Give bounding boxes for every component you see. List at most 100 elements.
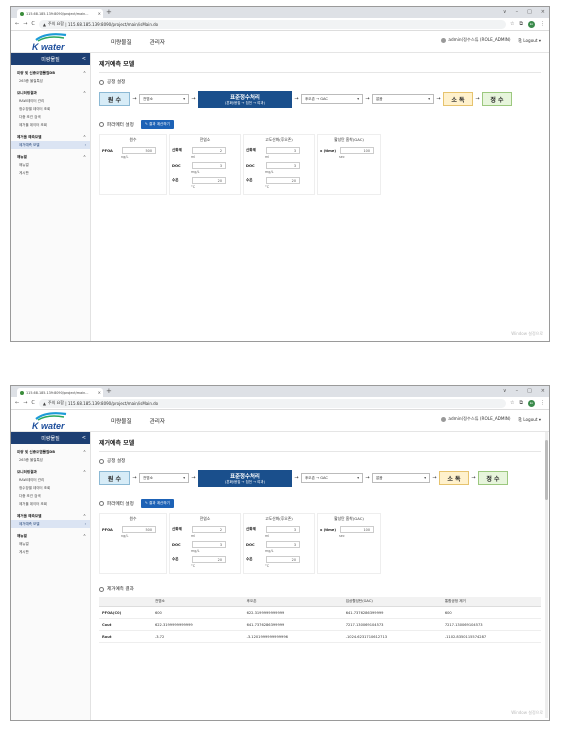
- pre-treatment-select[interactable]: 전염소 ▾: [139, 94, 189, 104]
- kwater-logo[interactable]: K water: [11, 31, 91, 53]
- forward-icon[interactable]: →: [23, 21, 27, 27]
- chlorine-oxidant-input[interactable]: 2: [192, 526, 226, 533]
- chlorine-oxidant-input[interactable]: 2: [192, 147, 226, 154]
- minimize-icon[interactable]: –: [516, 386, 519, 396]
- extra-treatment-select[interactable]: 없음 ▾: [372, 94, 434, 104]
- ozone-temp-input[interactable]: 20: [266, 177, 300, 184]
- forward-icon[interactable]: →: [23, 400, 27, 406]
- new-tab-button[interactable]: +: [106, 387, 112, 395]
- ozone-oxidant-input[interactable]: 3: [266, 526, 300, 533]
- param-row: 수온 20: [246, 556, 312, 563]
- sidebar-item-prediction-model[interactable]: 제거예측 모델 ›: [11, 520, 90, 528]
- url-field[interactable]: ▲ 주의 요함 | 115.68.185.139:8090/project/ma…: [38, 398, 506, 408]
- section-radio: [99, 501, 104, 506]
- bookmark-star-icon[interactable]: ☆: [510, 400, 514, 406]
- extensions-icon[interactable]: ⧉: [519, 400, 523, 406]
- minimize-icon[interactable]: –: [516, 7, 519, 17]
- reload-icon[interactable]: C: [31, 21, 35, 27]
- post-treatment-select[interactable]: 후오존 → GAC ▾: [301, 473, 363, 483]
- ozone-doc-input[interactable]: 3: [266, 541, 300, 548]
- logout-button[interactable]: ⎘ Logout ▾: [519, 38, 541, 43]
- gac-time-input[interactable]: 100: [340, 147, 374, 154]
- sidebar-header: 미량물질 <: [11, 432, 90, 444]
- ozone-oxidant-input[interactable]: 3: [266, 147, 300, 154]
- calculate-button[interactable]: ✎ 결과 계산하기: [140, 120, 174, 129]
- chlorine-doc-input[interactable]: 3: [192, 541, 226, 548]
- pfoa-input[interactable]: 500: [122, 526, 156, 533]
- logout-button[interactable]: ⎘ Logout ▾: [519, 417, 541, 422]
- menu-icon[interactable]: ⋮: [540, 400, 545, 406]
- extra-treatment-select[interactable]: 없음 ▾: [372, 473, 430, 483]
- url-field[interactable]: ▲ 주의 요함 | 115.68.185.139:8090/project/ma…: [38, 19, 506, 29]
- sidebar-group-manual[interactable]: 매뉴얼 ^: [11, 531, 90, 540]
- sidebar-item-raw[interactable]: RAW데이터 관리: [11, 476, 90, 484]
- user-info[interactable]: admin(정수스튜 (ROLE_ADMIN): [441, 416, 511, 422]
- sidebar-group-prediction[interactable]: 제거율 예측모델 ^: [11, 132, 90, 141]
- reload-icon[interactable]: C: [31, 400, 35, 406]
- extensions-icon[interactable]: ⧉: [519, 21, 523, 27]
- process-flow: 원 수 → 전염소 ▾ → 표준정수처리 (혼화/응집 → 침전 → 여과) → 후…: [99, 469, 541, 487]
- close-window-icon[interactable]: ×: [541, 7, 545, 17]
- sidebar-item-removal-data[interactable]: 제거율 데이터 조회: [11, 500, 90, 508]
- nav-micro-substance[interactable]: 미량물질: [111, 417, 132, 425]
- scrollbar-thumb[interactable]: [545, 440, 548, 500]
- sidebar-item-board[interactable]: 게시판: [11, 169, 90, 177]
- pre-treatment-select[interactable]: 전염소 ▾: [139, 473, 189, 483]
- menu-icon[interactable]: ⋮: [540, 21, 545, 27]
- post-treatment-select[interactable]: 후오존 → GAC ▾: [301, 94, 363, 104]
- sidebar-item-multi-search[interactable]: 다중 조건 검색: [11, 492, 90, 500]
- tab-close-icon[interactable]: ×: [98, 390, 101, 395]
- sidebar-item-multi-search[interactable]: 다중 조건 검색: [11, 113, 90, 121]
- close-window-icon[interactable]: ×: [541, 386, 545, 396]
- table-cell: -1102.8350115574287: [441, 630, 541, 643]
- sidebar-group-monitoring[interactable]: 모니터링결과 ^: [11, 88, 90, 97]
- new-tab-button[interactable]: +: [106, 8, 112, 16]
- browser-tab[interactable]: 115.68.185.139:8090/project/main... ×: [17, 9, 103, 18]
- sidebar-group-manual[interactable]: 매뉴얼 ^: [11, 152, 90, 161]
- nav-micro-substance[interactable]: 미량물질: [111, 38, 132, 46]
- kwater-logo[interactable]: K water: [11, 410, 91, 432]
- nav-admin[interactable]: 관리자: [150, 417, 165, 425]
- back-icon[interactable]: ←: [15, 400, 19, 406]
- back-icon[interactable]: ←: [15, 21, 19, 27]
- nav-admin[interactable]: 관리자: [150, 38, 165, 46]
- sidebar-item-removal-data[interactable]: 제거율 데이터 조회: [11, 121, 90, 129]
- sidebar-item-plant-data[interactable]: 정수장별 데이터 조회: [11, 105, 90, 113]
- maximize-icon[interactable]: □: [527, 7, 532, 17]
- page-scrollbar[interactable]: [545, 432, 548, 718]
- sidebar-collapse-icon[interactable]: <: [82, 435, 86, 441]
- ozone-doc-input[interactable]: 3: [266, 162, 300, 169]
- warning-icon: ▲: [42, 21, 46, 27]
- browser-tab[interactable]: 115.68.185.139:8090/project/main... ×: [17, 388, 103, 397]
- sidebar-group-db[interactable]: 미량 및 신종오염물질DB ^: [11, 447, 90, 456]
- ozone-temp-input[interactable]: 20: [266, 556, 300, 563]
- sidebar-item-prediction-model[interactable]: 제거예측 모델 ›: [11, 141, 90, 149]
- chlorine-temp-input[interactable]: 20: [192, 556, 226, 563]
- bookmark-star-icon[interactable]: ☆: [510, 21, 514, 27]
- profile-avatar[interactable]: ko: [528, 399, 535, 407]
- calculate-button[interactable]: ✎ 결과 계산하기: [140, 499, 174, 508]
- tab-search-icon[interactable]: ∨: [503, 386, 507, 396]
- profile-avatar[interactable]: ko: [528, 20, 535, 28]
- maximize-icon[interactable]: □: [527, 386, 532, 396]
- sidebar-group-monitoring[interactable]: 모니터링결과 ^: [11, 467, 90, 476]
- tab-search-icon[interactable]: ∨: [503, 7, 507, 17]
- sidebar-item-263[interactable]: 263종 물질특성: [11, 456, 90, 464]
- chlorine-doc-input[interactable]: 3: [192, 162, 226, 169]
- param-label: 수온: [172, 557, 179, 561]
- sidebar-group-db[interactable]: 미량 및 신종오염물질DB ^: [11, 68, 90, 77]
- chlorine-temp-input[interactable]: 20: [192, 177, 226, 184]
- sidebar-item-manual[interactable]: 매뉴얼: [11, 540, 90, 548]
- sidebar-item-263[interactable]: 263종 물질특성: [11, 77, 90, 85]
- user-info[interactable]: admin(정수스튜 (ROLE_ADMIN): [441, 37, 511, 43]
- sidebar-item-raw[interactable]: RAW데이터 관리: [11, 97, 90, 105]
- sidebar-group-prediction[interactable]: 제거율 예측모델 ^: [11, 511, 90, 520]
- sidebar-item-plant-data[interactable]: 정수장별 데이터 조회: [11, 484, 90, 492]
- tab-close-icon[interactable]: ×: [98, 11, 101, 16]
- sidebar-item-board[interactable]: 게시판: [11, 548, 90, 556]
- sidebar-header: 미량물질 <: [11, 53, 90, 65]
- pfoa-input[interactable]: 500: [122, 147, 156, 154]
- sidebar-item-manual[interactable]: 매뉴얼: [11, 161, 90, 169]
- sidebar-collapse-icon[interactable]: <: [82, 56, 86, 62]
- gac-time-input[interactable]: 100: [340, 526, 374, 533]
